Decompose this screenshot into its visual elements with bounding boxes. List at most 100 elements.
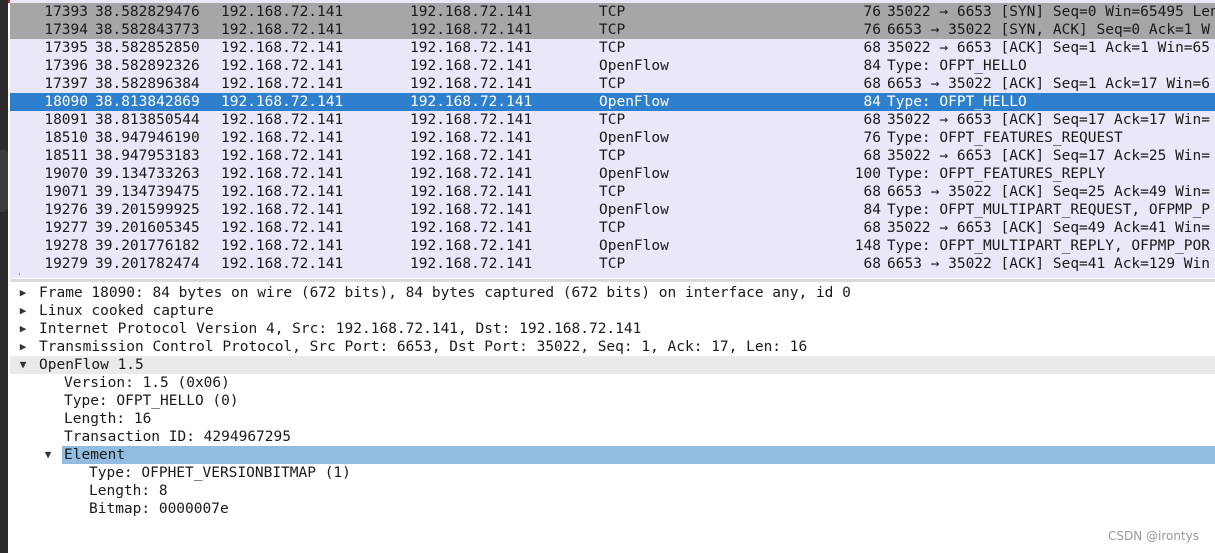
packet-source: 192.168.72.141 xyxy=(221,202,344,218)
detail-tree-label: OpenFlow 1.5 xyxy=(39,357,144,373)
packet-destination: 192.168.72.141 xyxy=(410,148,533,164)
packet-row[interactable]: 18511 38.947953183 192.168.72.141 192.168.7… xyxy=(10,147,1215,165)
detail-tree-label: Internet Protocol Version 4, Src: 192.16… xyxy=(39,321,642,337)
packet-info: 35022 → 6653 [SYN] Seq=0 Win=65495 Len xyxy=(887,4,1215,20)
packet-source: 192.168.72.141 xyxy=(221,94,344,110)
packet-length: 148 xyxy=(854,238,881,254)
packet-row-partial[interactable] xyxy=(10,275,1215,278)
triangle-down-icon[interactable]: ▼ xyxy=(42,446,54,464)
triangle-right-icon[interactable]: ▶ xyxy=(17,320,29,338)
packet-source: 192.168.72.141 xyxy=(221,76,344,92)
triangle-right-icon[interactable]: ▶ xyxy=(17,284,29,302)
packet-time: 39.201605345 xyxy=(95,220,200,236)
detail-tree-label: Element xyxy=(64,447,126,463)
detail-tree-label: Type: OFPHET_VERSIONBITMAP (1) xyxy=(89,465,351,481)
detail-tree-item[interactable]: ▶ Linux cooked capture xyxy=(10,302,1215,320)
packet-row-selected[interactable]: 18090 38.813842869 192.168.72.141 192.168.7… xyxy=(10,93,1215,111)
packet-row[interactable]: 19279 39.201782474 192.168.72.141 192.168.7… xyxy=(10,255,1215,273)
triangle-right-icon[interactable]: ▶ xyxy=(17,302,29,320)
packet-time: 38.947946190 xyxy=(95,130,200,146)
detail-tree-label: Transaction ID: 4294967295 xyxy=(64,429,291,445)
packet-protocol: OpenFlow xyxy=(599,238,669,254)
packet-info: Type: OFPT_HELLO xyxy=(887,58,1027,74)
packet-destination: 192.168.72.141 xyxy=(410,256,533,272)
packet-number: 19070 xyxy=(44,166,88,182)
packet-source: 192.168.72.141 xyxy=(221,220,344,236)
detail-tree-item[interactable]: Type: OFPT_HELLO (0) xyxy=(10,392,1215,410)
packet-protocol: TCP xyxy=(599,40,626,56)
detail-tree-label: Bitmap: 0000007e xyxy=(89,501,229,517)
detail-tree-item[interactable]: ▶ Frame 18090: 84 bytes on wire (672 bits… xyxy=(10,284,1215,302)
packet-source: 192.168.72.141 xyxy=(221,40,344,56)
packet-destination: 192.168.72.141 xyxy=(410,184,533,200)
packet-length: 68 xyxy=(863,40,881,56)
packet-row[interactable]: 17397 38.582896384 192.168.72.141 192.168.7… xyxy=(10,75,1215,93)
detail-tree-item[interactable]: ▶ Transmission Control Protocol, Src Port… xyxy=(10,338,1215,356)
packet-number: 17396 xyxy=(44,58,88,74)
packet-row[interactable]: 19276 39.201599925 192.168.72.141 192.168.7… xyxy=(10,201,1215,219)
packet-protocol: TCP xyxy=(599,148,626,164)
packet-source: 192.168.72.141 xyxy=(221,58,344,74)
packet-time: 39.201599925 xyxy=(95,202,200,218)
packet-length: 76 xyxy=(863,4,881,20)
detail-tree-item[interactable]: Type: OFPHET_VERSIONBITMAP (1) xyxy=(10,464,1215,482)
packet-protocol: TCP xyxy=(599,22,626,38)
packet-row[interactable]: 19071 39.134739475 192.168.72.141 192.168.7… xyxy=(10,183,1215,201)
packet-info: Type: OFPT_MULTIPART_REPLY, OFPMP_POR xyxy=(887,238,1211,254)
packet-length: 68 xyxy=(863,220,881,236)
packet-row[interactable]: 19278 39.201776182 192.168.72.141 192.168.7… xyxy=(10,237,1215,255)
packet-length: 76 xyxy=(863,130,881,146)
packet-info: 6653 → 35022 [ACK] Seq=41 Ack=129 Win xyxy=(887,256,1211,272)
packet-row[interactable]: 17395 38.582852850 192.168.72.141 192.168.7… xyxy=(10,39,1215,57)
packet-protocol: OpenFlow xyxy=(599,130,669,146)
packet-destination: 192.168.72.141 xyxy=(410,94,533,110)
packet-protocol: TCP xyxy=(599,112,626,128)
detail-tree-item[interactable]: Length: 8 xyxy=(10,482,1215,500)
packet-row[interactable]: 17393 38.582829476 192.168.72.141 192.168.7… xyxy=(10,3,1215,21)
detail-tree-label: Type: OFPT_HELLO (0) xyxy=(64,393,239,409)
packet-time: 39.201776182 xyxy=(95,238,200,254)
packet-number: 19277 xyxy=(44,220,88,236)
packet-destination: 192.168.72.141 xyxy=(410,238,533,254)
pane-splitter[interactable] xyxy=(10,279,1215,282)
packet-length: 84 xyxy=(863,94,881,110)
detail-tree-label: Length: 16 xyxy=(64,411,152,427)
packet-time: 39.201782474 xyxy=(95,256,200,272)
packet-details-pane[interactable]: ▶ Frame 18090: 84 bytes on wire (672 bits… xyxy=(10,284,1215,553)
packet-number: 17393 xyxy=(44,4,88,20)
packet-info: 35022 → 6653 [ACK] Seq=49 Ack=41 Win= xyxy=(887,220,1211,236)
packet-time: 38.582892326 xyxy=(95,58,200,74)
packet-time: 38.813850544 xyxy=(95,112,200,128)
detail-tree-item[interactable]: ▶ Internet Protocol Version 4, Src: 192.1… xyxy=(10,320,1215,338)
triangle-down-icon[interactable]: ▼ xyxy=(17,356,29,374)
packet-row[interactable]: 18091 38.813850544 192.168.72.141 192.168.7… xyxy=(10,111,1215,129)
detail-tree-item[interactable]: Version: 1.5 (0x06) xyxy=(10,374,1215,392)
packet-time: 38.582829476 xyxy=(95,4,200,20)
packet-row[interactable]: 17396 38.582892326 192.168.72.141 192.168.7… xyxy=(10,57,1215,75)
packet-length: 84 xyxy=(863,58,881,74)
detail-tree-item[interactable]: Length: 16 xyxy=(10,410,1215,428)
packet-info: Type: OFPT_FEATURES_REQUEST xyxy=(887,130,1123,146)
packet-source: 192.168.72.141 xyxy=(221,112,344,128)
detail-tree-item[interactable]: Transaction ID: 4294967295 xyxy=(10,428,1215,446)
packet-row[interactable]: 17394 38.582843773 192.168.72.141 192.168.7… xyxy=(10,21,1215,39)
packet-source: 192.168.72.141 xyxy=(221,148,344,164)
packet-row[interactable]: 19277 39.201605345 192.168.72.141 192.168.7… xyxy=(10,219,1215,237)
packet-info: 6653 → 35022 [ACK] Seq=1 Ack=17 Win=6 xyxy=(887,76,1211,92)
detail-tree-item[interactable]: ▼ Element xyxy=(10,446,1215,464)
packet-length: 84 xyxy=(863,202,881,218)
packet-number: 18510 xyxy=(44,130,88,146)
packet-destination: 192.168.72.141 xyxy=(410,202,533,218)
packet-row[interactable]: 18510 38.947946190 192.168.72.141 192.168.7… xyxy=(10,129,1215,147)
packet-protocol: OpenFlow xyxy=(599,166,669,182)
packet-destination: 192.168.72.141 xyxy=(410,220,533,236)
packet-length: 68 xyxy=(863,112,881,128)
packet-list[interactable]: 17393 38.582829476 192.168.72.141 192.168.7… xyxy=(10,0,1215,278)
packet-number: 18091 xyxy=(44,112,88,128)
detail-tree-item[interactable]: ▼ OpenFlow 1.5 xyxy=(10,356,1215,374)
triangle-right-icon[interactable]: ▶ xyxy=(17,338,29,356)
detail-tree-item[interactable]: Bitmap: 0000007e xyxy=(10,500,1215,518)
watermark: CSDN @irontys xyxy=(1107,529,1199,543)
packet-row[interactable]: 19070 39.134733263 192.168.72.141 192.168.7… xyxy=(10,165,1215,183)
packet-number: 19276 xyxy=(44,202,88,218)
